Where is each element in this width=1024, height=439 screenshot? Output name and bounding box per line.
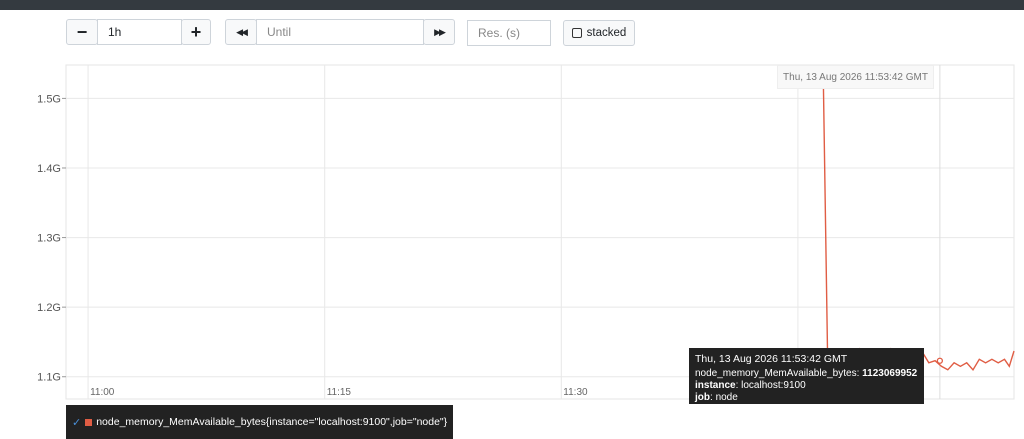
x-tick-label: 11:30	[563, 387, 588, 398]
y-tick-label: 1.1G	[37, 372, 61, 384]
x-tick-label: 11:15	[327, 387, 352, 398]
tooltip-job-key: job	[695, 392, 710, 403]
series-line	[822, 64, 1015, 379]
tooltip-instance: instance: localhost:9100	[695, 380, 806, 391]
tooltip-instance-value: localhost:9100	[741, 380, 806, 391]
x-tick-label: 11:00	[90, 387, 115, 398]
graph-tooltip: Thu, 13 Aug 2026 11:53:42 GMT node_memor…	[689, 348, 924, 404]
tooltip-job-value: node	[715, 392, 738, 403]
hover-point	[936, 357, 944, 364]
y-tick-label: 1.2G	[37, 302, 61, 314]
tooltip-metric-value: 1123069952	[862, 368, 918, 379]
legend-check-icon: ✓	[72, 416, 82, 429]
tooltip-instance-key: instance	[695, 380, 736, 391]
hover-time-label: Thu, 13 Aug 2026 11:53:42 GMT	[777, 65, 934, 89]
tooltip-metric-name: node_memory_MemAvailable_bytes:	[695, 368, 860, 379]
tooltip-job: job: node	[695, 392, 738, 403]
y-tick-label: 1.3G	[37, 233, 61, 245]
tooltip-metric: node_memory_MemAvailable_bytes: 11230699…	[695, 368, 918, 380]
graph-legend[interactable]: ✓ node_memory_MemAvailable_bytes{instanc…	[66, 405, 453, 439]
y-tick-label: 1.5G	[37, 93, 61, 105]
legend-series-label[interactable]: node_memory_MemAvailable_bytes{instance=…	[96, 416, 447, 428]
tooltip-time: Thu, 13 Aug 2026 11:53:42 GMT	[695, 353, 848, 365]
y-tick-label: 1.4G	[37, 163, 61, 175]
legend-swatch	[85, 418, 93, 426]
